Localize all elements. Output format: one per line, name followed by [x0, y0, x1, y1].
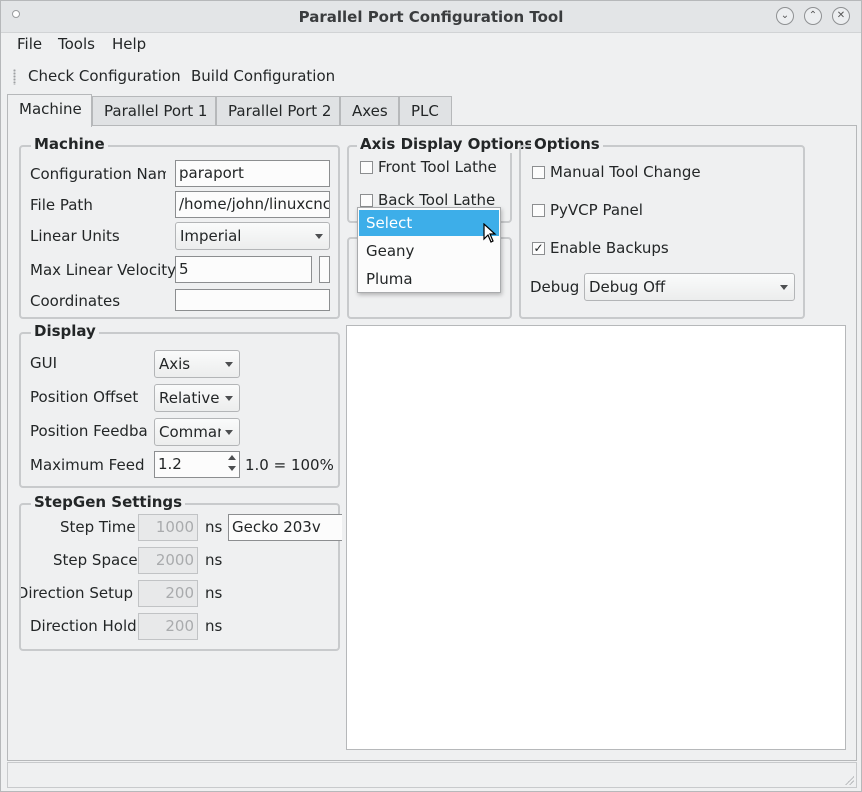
max-linear-velocity-input[interactable]: 5: [175, 256, 312, 283]
tab-plc[interactable]: PLC: [399, 96, 452, 126]
app-window: Parallel Port Configuration Tool ⌄ ⌃ ✕ F…: [0, 0, 862, 792]
toolbar-grip-icon[interactable]: [13, 69, 16, 85]
tab-parallel-port-2[interactable]: Parallel Port 2: [216, 96, 340, 126]
editor-option-select[interactable]: Select: [359, 210, 499, 236]
resize-grip-icon[interactable]: [844, 775, 854, 785]
window-title: Parallel Port Configuration Tool: [298, 8, 564, 26]
editor-dropdown-popup: Select Geany Pluma: [357, 207, 501, 293]
coordinates-input[interactable]: [175, 289, 330, 311]
spin-down-icon[interactable]: [228, 466, 236, 471]
preview-area: [346, 325, 846, 750]
menu-tools[interactable]: Tools: [58, 35, 95, 53]
coordinates-label: Coordinates: [30, 292, 121, 310]
display-group: Display GUI Axis Position Offset Relativ…: [19, 322, 340, 488]
enable-backups-checkbox[interactable]: ✓: [532, 242, 545, 255]
direction-hold-input[interactable]: 200: [138, 613, 198, 640]
step-space-label: Step Space: [53, 551, 138, 569]
drive-select[interactable]: Gecko 203v: [228, 514, 342, 541]
step-space-unit: ns: [205, 551, 223, 569]
step-time-unit: ns: [205, 518, 223, 536]
editor-option-pluma[interactable]: Pluma: [359, 266, 499, 292]
config-name-input[interactable]: paraport: [175, 160, 330, 187]
axis-display-options-title: Axis Display Options: [357, 135, 537, 153]
mouse-cursor-icon: [483, 223, 497, 243]
tab-axes[interactable]: Axes: [340, 96, 399, 126]
direction-setup-label: Direction Setup: [21, 584, 133, 602]
step-time-label: Step Time: [60, 518, 136, 536]
file-path-label: File Path: [30, 196, 93, 214]
position-offset-select[interactable]: Relative: [154, 384, 240, 412]
options-group-title: Options: [531, 135, 603, 153]
machine-group-title: Machine: [31, 135, 108, 153]
minimize-icon[interactable]: ⌄: [776, 7, 794, 25]
machine-group: Machine Configuration Name paraport File…: [19, 135, 340, 319]
chevron-down-icon: [225, 396, 233, 401]
linear-units-select[interactable]: Imperial: [175, 222, 330, 250]
display-group-title: Display: [31, 322, 99, 340]
stepgen-settings-group: StepGen Settings Step Time 1000 ns Gecko…: [19, 493, 342, 651]
direction-setup-unit: ns: [205, 584, 223, 602]
front-tool-lathe-label: Front Tool Lathe: [378, 158, 497, 176]
debug-label: Debug: [530, 278, 580, 296]
close-icon[interactable]: ✕: [832, 7, 850, 25]
max-linear-velocity-label: Max Linear Velocity: [30, 261, 177, 279]
position-offset-label: Position Offset: [30, 388, 139, 406]
maximum-feed-override-label: Maximum Feed Override: [30, 456, 148, 474]
chevron-down-icon: [315, 234, 323, 239]
step-space-input[interactable]: 2000: [138, 547, 198, 574]
front-tool-lathe-checkbox[interactable]: [360, 161, 373, 174]
chevron-down-icon: [225, 430, 233, 435]
check-configuration-button[interactable]: Check Configuration: [28, 67, 181, 85]
direction-hold-unit: ns: [205, 617, 223, 635]
status-bar: [7, 762, 857, 788]
direction-setup-input[interactable]: 200: [138, 580, 198, 607]
direction-hold-label: Direction Hold: [30, 617, 137, 635]
manual-tool-change-checkbox[interactable]: [532, 166, 545, 179]
back-tool-lathe-checkbox[interactable]: [360, 194, 373, 207]
gui-label: GUI: [30, 354, 58, 372]
pyvcp-panel-checkbox[interactable]: [532, 204, 545, 217]
title-bar: Parallel Port Configuration Tool ⌄ ⌃ ✕: [1, 1, 861, 33]
menu-file[interactable]: File: [17, 35, 42, 53]
spin-up-icon[interactable]: [228, 455, 236, 460]
chevron-down-icon: [780, 285, 788, 290]
editor-option-geany[interactable]: Geany: [359, 238, 499, 264]
feed-override-note: 1.0 = 100%: [245, 456, 334, 474]
manual-tool-change-label: Manual Tool Change: [550, 163, 701, 181]
step-time-input[interactable]: 1000: [138, 514, 198, 541]
stepgen-settings-title: StepGen Settings: [31, 493, 186, 511]
toolbar: Check Configuration Build Configuration: [7, 61, 857, 93]
tab-parallel-port-1[interactable]: Parallel Port 1: [92, 96, 216, 126]
position-feedback-select[interactable]: Commanded: [154, 418, 240, 446]
pyvcp-panel-label: PyVCP Panel: [550, 201, 643, 219]
gui-select[interactable]: Axis: [154, 350, 240, 378]
menu-help[interactable]: Help: [112, 35, 146, 53]
tab-machine[interactable]: Machine: [7, 94, 92, 127]
build-configuration-button[interactable]: Build Configuration: [191, 67, 335, 85]
debug-select[interactable]: Debug Off: [584, 273, 795, 301]
maximize-icon[interactable]: ⌃: [804, 7, 822, 25]
velocity-units-field[interactable]: [319, 256, 330, 283]
options-group: Options Manual Tool Change PyVCP Panel ✓…: [519, 135, 805, 319]
linear-units-label: Linear Units: [30, 227, 120, 245]
chevron-down-icon: [225, 362, 233, 367]
config-name-label: Configuration Name: [30, 165, 166, 183]
enable-backups-label: Enable Backups: [550, 239, 669, 257]
position-feedback-label: Position Feedback: [30, 422, 148, 440]
file-path-input[interactable]: /home/john/linuxcnc/: [175, 191, 330, 218]
